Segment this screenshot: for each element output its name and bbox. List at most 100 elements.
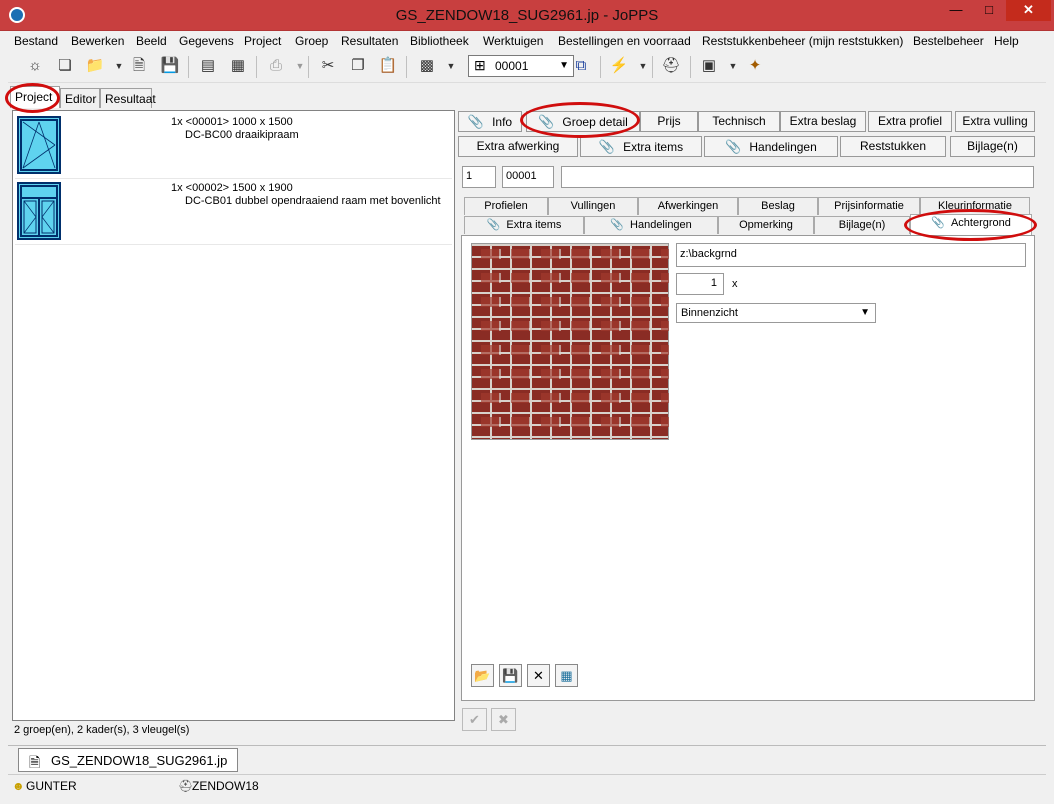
tab-afwerkingen[interactable]: Afwerkingen (638, 197, 738, 215)
status-bar: ☻ GUNTER ⛑ ZENDOW18 (8, 774, 1046, 796)
tab-vullingen[interactable]: Vullingen (548, 197, 638, 215)
open-folder-icon[interactable]: 📁 (84, 55, 106, 77)
close-icon: ✖ (498, 712, 509, 727)
item-line2: DC-BC00 draaikipraam (185, 129, 299, 141)
toolbar-separator (188, 56, 189, 78)
tab-prijsinformatie[interactable]: Prijsinformatie (818, 197, 920, 215)
database-query-icon[interactable]: ⛑ (660, 55, 682, 77)
tab-resultaat[interactable]: Resultaat (100, 88, 156, 108)
maximize-button[interactable]: □ (975, 0, 1003, 21)
extra-beslag-button[interactable]: Extra beslag (780, 111, 866, 132)
cut-icon[interactable]: ✂ (317, 55, 339, 77)
chevron-down-icon: ▼ (860, 307, 870, 318)
grid-dropdown-icon[interactable]: ▼ (440, 55, 462, 77)
menu-resultaten[interactable]: Resultaten (341, 34, 398, 48)
handelingen-button[interactable]: 📎 Handelingen (704, 136, 838, 157)
list-item[interactable]: 1x <00002> 1500 x 1900 DC-CB01 dubbel op… (15, 179, 452, 245)
print-icon[interactable]: ⎙ (265, 55, 287, 77)
technisch-button[interactable]: Technisch (698, 111, 780, 132)
toolbar-separator (600, 56, 601, 78)
open-folder-icon: 📂 (474, 668, 491, 683)
delete-image-button[interactable]: ✕ (527, 664, 550, 687)
menu-bewerken[interactable]: Bewerken (71, 34, 124, 48)
paperclip-icon: 📎 (598, 139, 616, 154)
view-select[interactable]: Binnenzicht ▼ (676, 303, 876, 323)
toolbar: ☼ ❏ 📁 ▼ 🗎 💾 ▤ ▦ ⎙ ▼ ✂ ❐ 📋 ▩ ▼ ⊞ 00001 ▼ … (8, 51, 1046, 83)
report-icon[interactable]: ▣ (698, 55, 720, 77)
menu-project[interactable]: Project (244, 34, 281, 48)
menu-bestand[interactable]: Bestand (14, 34, 58, 48)
image-properties-button[interactable]: ▦ (555, 664, 578, 687)
group-list[interactable]: 1x <00001> 1000 x 1500 DC-BC00 draaikipr… (12, 110, 455, 721)
list-item[interactable]: 1x <00001> 1000 x 1500 DC-BC00 draaikipr… (15, 113, 452, 179)
paperclip-icon: 📎 (486, 219, 501, 231)
tab-bijlagen[interactable]: Bijlage(n) (814, 216, 910, 234)
lightning-dropdown-icon[interactable]: ▼ (632, 55, 654, 77)
menu-bestellingen[interactable]: Bestellingen en voorraad (558, 34, 691, 48)
open-dropdown-icon[interactable]: ▼ (108, 55, 130, 77)
scale-unit-label: x (732, 278, 738, 290)
document-tab-label: GS_ZENDOW18_SUG2961.jp (51, 753, 228, 768)
paperclip-icon: 📎 (467, 114, 485, 129)
save-icon[interactable]: 💾 (159, 55, 181, 77)
brick-pattern-overlay (471, 249, 669, 440)
database-icon: ⛑ (178, 779, 194, 793)
save-image-button[interactable]: 💾 (499, 664, 522, 687)
item-line2: DC-CB01 dubbel opendraaiend raam met bov… (185, 195, 441, 207)
menu-bibliotheek[interactable]: Bibliotheek (410, 34, 469, 48)
menu-gegevens[interactable]: Gegevens (179, 34, 234, 48)
export-icon[interactable]: 🗎 (128, 55, 150, 77)
table-icon[interactable]: ▦ (227, 55, 249, 77)
extra-afwerking-button[interactable]: Extra afwerking (458, 136, 578, 157)
reststukken-button[interactable]: Reststukken (840, 136, 946, 157)
paperclip-icon: 📎 (725, 139, 742, 154)
print-preview-icon[interactable]: ▤ (197, 55, 219, 77)
cancel-button[interactable]: ✖ (491, 708, 516, 731)
tab-extra-items[interactable]: 📎 Extra items (464, 216, 584, 234)
new-icon[interactable]: ☼ (24, 55, 46, 77)
paste-icon[interactable]: 📋 (377, 55, 399, 77)
menu-groep[interactable]: Groep (295, 34, 328, 48)
background-scale-field[interactable]: 1 (676, 273, 724, 295)
windows-icon[interactable]: ⧉ (570, 55, 592, 77)
tab-handelingen[interactable]: 📎 Handelingen (584, 216, 718, 234)
menu-bestelbeheer[interactable]: Bestelbeheer (913, 34, 984, 48)
toolbar-separator (690, 56, 691, 78)
toolbar-separator (406, 56, 407, 78)
tab-opmerking[interactable]: Opmerking (718, 216, 814, 234)
menu-beeld[interactable]: Beeld (136, 34, 167, 48)
menu-werktuigen[interactable]: Werktuigen (483, 34, 543, 48)
menu-reststukkenbeheer[interactable]: Reststukkenbeheer (mijn reststukken) (702, 34, 903, 48)
grid-select-icon[interactable]: ▩ (416, 55, 438, 77)
info-button[interactable]: 📎 Info (458, 111, 522, 132)
confirm-button[interactable]: ✔ (462, 708, 487, 731)
handelingen-label: Handelingen (749, 140, 817, 154)
group-combo[interactable]: ⊞ 00001 ▼ (468, 55, 574, 77)
magic-wand-icon[interactable]: ✦ (744, 55, 766, 77)
highlight-ring (904, 209, 1037, 241)
extra-profiel-button[interactable]: Extra profiel (868, 111, 952, 132)
menu-help[interactable]: Help (994, 34, 1019, 48)
group-combo-value: 00001 (495, 59, 529, 73)
quantity-field[interactable]: 1 (462, 166, 496, 188)
highlight-ring (520, 102, 640, 138)
extra-items-button[interactable]: 📎 Extra items (580, 136, 702, 157)
copy-doc-icon[interactable]: ❏ (54, 55, 76, 77)
extra-vulling-button[interactable]: Extra vulling (955, 111, 1035, 132)
tab-editor[interactable]: Editor (60, 88, 100, 108)
close-button[interactable]: ✕ (1006, 0, 1051, 21)
minimize-button[interactable]: — (942, 0, 970, 21)
lightning-icon[interactable]: ⚡ (608, 55, 630, 77)
copy-icon[interactable]: ❐ (347, 55, 369, 77)
tab-beslag[interactable]: Beslag (738, 197, 818, 215)
prijs-button[interactable]: Prijs (640, 111, 698, 132)
group-code-field[interactable]: 00001 (502, 166, 554, 188)
description-field[interactable] (561, 166, 1034, 188)
document-tabs: 🗎 GS_ZENDOW18_SUG2961.jp (8, 745, 1046, 773)
background-path-field[interactable]: z:\backgrnd (676, 243, 1026, 267)
open-image-button[interactable]: 📂 (471, 664, 494, 687)
document-tab[interactable]: 🗎 GS_ZENDOW18_SUG2961.jp (18, 748, 238, 772)
report-dropdown-icon[interactable]: ▼ (722, 55, 744, 77)
tab-profielen[interactable]: Profielen (464, 197, 548, 215)
bijlagen-button[interactable]: Bijlage(n) (950, 136, 1035, 157)
